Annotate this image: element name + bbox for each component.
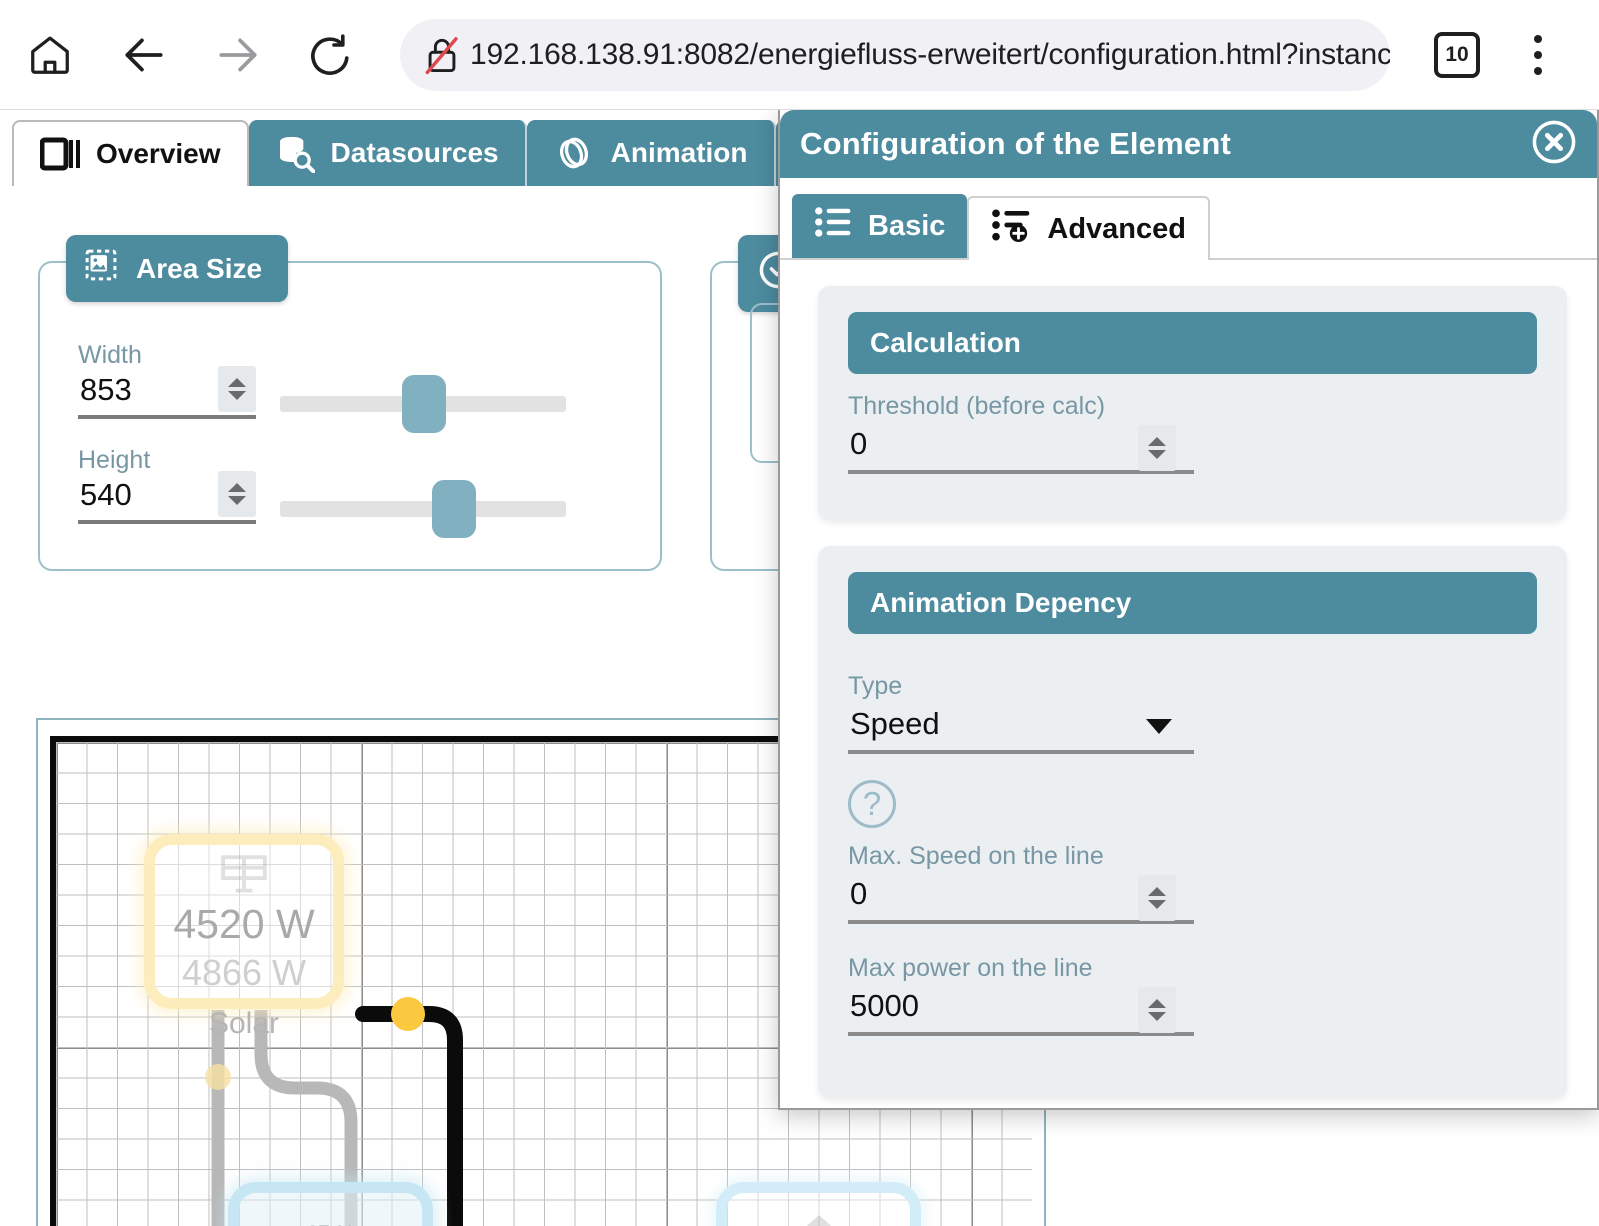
help-circle-icon[interactable]: ? [848,780,896,828]
animation-rings-icon [553,132,595,174]
dialog-tab-advanced-label: Advanced [1047,212,1186,245]
browser-toolbar: 192.168.138.91:8082/energiefluss-erweite… [0,0,1599,110]
forward-button[interactable] [210,27,266,83]
overflow-menu-icon [1534,50,1542,59]
diagram-node-house[interactable]: 38 Ha [716,1182,921,1226]
tab-animation-label: Animation [610,137,748,168]
calculation-heading: Calculation [848,312,1537,374]
area-size-title-text: Area Size [136,252,263,284]
max-power-stepper[interactable] [1138,987,1176,1033]
tab-overview[interactable]: Overview [12,120,249,186]
dialog-tab-basic[interactable]: Basic [792,194,968,258]
dialog-title: Configuration of the Element [800,126,1231,161]
app-content: Overview Datasources Animation Area Size… [0,110,1599,1226]
overflow-menu-icon [1534,66,1542,75]
solar-value: 4520 W [173,901,315,947]
height-stepper[interactable] [218,471,256,517]
reload-button[interactable] [302,27,358,83]
animation-dependency-section: Animation Depency Type ? Max. Speed on t… [818,546,1567,1098]
type-label: Type [848,672,903,700]
tab-animation[interactable]: Animation [526,120,776,186]
width-field-group: Width [78,341,256,419]
type-field [848,703,1194,754]
height-slider-thumb[interactable] [432,480,476,538]
height-input-row [78,471,256,524]
reload-icon [306,31,354,79]
tab-counter-value: 10 [1434,31,1480,78]
threshold-label: Threshold (before calc) [848,392,1106,420]
overflow-menu-button[interactable] [1518,27,1558,83]
tab-datasources[interactable]: Datasources [248,120,527,186]
height-field-group: Height [78,446,256,524]
tab-datasources-label: Datasources [330,137,499,168]
max-speed-field [848,873,1194,924]
type-select[interactable] [848,703,1194,754]
forward-arrow-icon [213,30,263,80]
width-slider[interactable] [280,375,566,433]
list-icon [814,206,852,246]
area-size-card-title: Area Size [66,235,289,302]
area-size-card: Area Size Width Height [38,235,662,571]
animation-dependency-heading: Animation Depency [848,572,1537,634]
insecure-lock-icon[interactable] [414,27,470,83]
solar-panel-icon [218,853,270,904]
max-power-field [848,985,1194,1036]
back-arrow-icon [119,30,169,80]
height-slider[interactable] [280,480,566,538]
diagram-node-battery[interactable]: 97 % 503 W Batterie [228,1182,433,1226]
height-slider-track [280,501,566,517]
diagram-node-solar[interactable]: 4520 W 4866 W Solar [144,834,344,1040]
width-input-row [78,366,256,419]
back-button[interactable] [116,27,172,83]
calculation-section: Calculation Threshold (before calc) [818,286,1567,520]
dialog-header: Configuration of the Element [780,110,1597,178]
solar-name: Solar [208,1007,280,1040]
overflow-menu-icon [1534,34,1542,43]
dialog-tab-basic-label: Basic [868,209,946,242]
list-plus-icon [991,208,1031,250]
solar-value-secondary: 4866 W [181,952,307,993]
dialog-tab-advanced[interactable]: Advanced [967,196,1210,260]
max-power-label: Max power on the line [848,954,1093,982]
address-bar[interactable]: 192.168.138.91:8082/energiefluss-erweite… [400,18,1390,91]
dialog-tabbar: Basic Advanced [780,188,1597,260]
width-stepper[interactable] [218,366,256,412]
configuration-dialog: Configuration of the Element Basic Advan… [778,110,1599,1110]
database-search-icon [275,133,315,173]
threshold-field [848,423,1194,474]
max-speed-label: Max. Speed on the line [848,842,1104,870]
home-icon [27,32,73,78]
tab-counter-button[interactable]: 10 [1430,28,1484,82]
image-area-icon [84,248,118,289]
overview-icon [40,137,80,171]
width-slider-thumb[interactable] [402,375,446,433]
tab-overview-label: Overview [96,138,221,169]
url-text: 192.168.138.91:8082/energiefluss-erweite… [470,37,1390,71]
house-icon [795,1211,843,1226]
chevron-down-icon[interactable] [1146,719,1172,734]
flow-dot [391,997,425,1031]
threshold-stepper[interactable] [1138,425,1176,471]
max-speed-stepper[interactable] [1138,875,1176,921]
close-circle-icon[interactable] [1529,117,1579,172]
home-button[interactable] [22,27,78,83]
